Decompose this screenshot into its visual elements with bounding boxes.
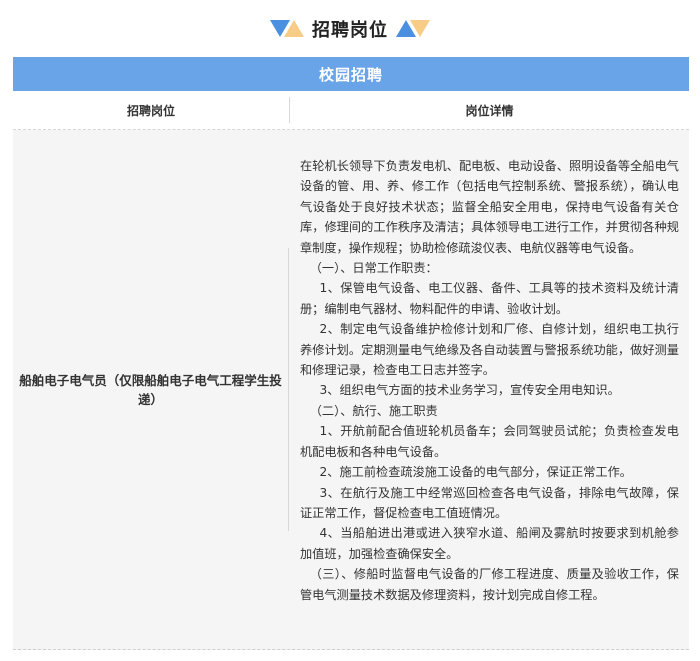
- table-row: 船舶电子电气员（仅限船舶电子电气工程学生投递） 在轮机长领导下负责发电机、配电板…: [13, 130, 689, 650]
- details-daily-item: 1、保管电气设备、电工仪器、备件、工具等的技术资料及统计清册；编制电气器材、物料…: [300, 281, 679, 316]
- section-title: 招聘岗位: [312, 20, 388, 41]
- details-daily-heading: （一）、日常工作职责：: [309, 261, 438, 276]
- details-daily-item: 2、制定电气设备维护检修计划和厂修、自修计划，组织电工执行养修计划。定期测量电气…: [300, 322, 679, 378]
- details-intro: 在轮机长领导下负责发电机、配电板、电动设备、照明设备等全船电气设备的管、用、养、…: [300, 159, 679, 255]
- table-header-row: 招聘岗位 岗位详情: [13, 91, 689, 130]
- section-header: 招聘岗位: [0, 14, 700, 44]
- details-voyage-heading: （二）、航行、施工职责: [309, 403, 438, 418]
- column-header-details: 岗位详情: [465, 103, 514, 118]
- details-voyage-item: 2、施工前检查疏浚施工设备的电气部分，保证正常工作。: [319, 465, 632, 480]
- recruitment-table: 校园招聘 招聘岗位 岗位详情 船舶电子电气员（仅限船舶电子电气工程学生投递） 在…: [13, 57, 689, 650]
- table-banner: 校园招聘: [13, 57, 689, 91]
- details-daily-item: 3、组织电气方面的技术业务学习，宣传安全用电知识。: [319, 383, 620, 398]
- details-voyage-item: 4、当船舶进出港或进入狭窄水道、船闸及雾航时按要求到机舱参加值班，加强检查确保安…: [300, 526, 679, 561]
- position-name: 船舶电子电气员（仅限船舶电子电气工程学生投递）: [13, 248, 289, 531]
- triangle-decoration-left-icon: [270, 20, 304, 37]
- details-repair: （三）、修船时监督电气设备的厂修工程进度、质量及验收工作，保管电气测量技术数据及…: [300, 567, 679, 602]
- column-header-position: 招聘岗位: [13, 97, 290, 123]
- details-voyage-item: 3、在航行及施工中经常巡回检查各电气设备，排除电气故障，保证正常工作，督促检查电…: [300, 485, 679, 520]
- position-details: 在轮机长领导下负责发电机、配电板、电动设备、照明设备等全船电气设备的管、用、养、…: [289, 130, 689, 649]
- triangle-decoration-right-icon: [396, 20, 430, 37]
- details-voyage-item: 1、开航前配合值班轮机员备车；会同驾驶员试舵；负责检查发电机配电板和各种电气设备…: [300, 424, 679, 459]
